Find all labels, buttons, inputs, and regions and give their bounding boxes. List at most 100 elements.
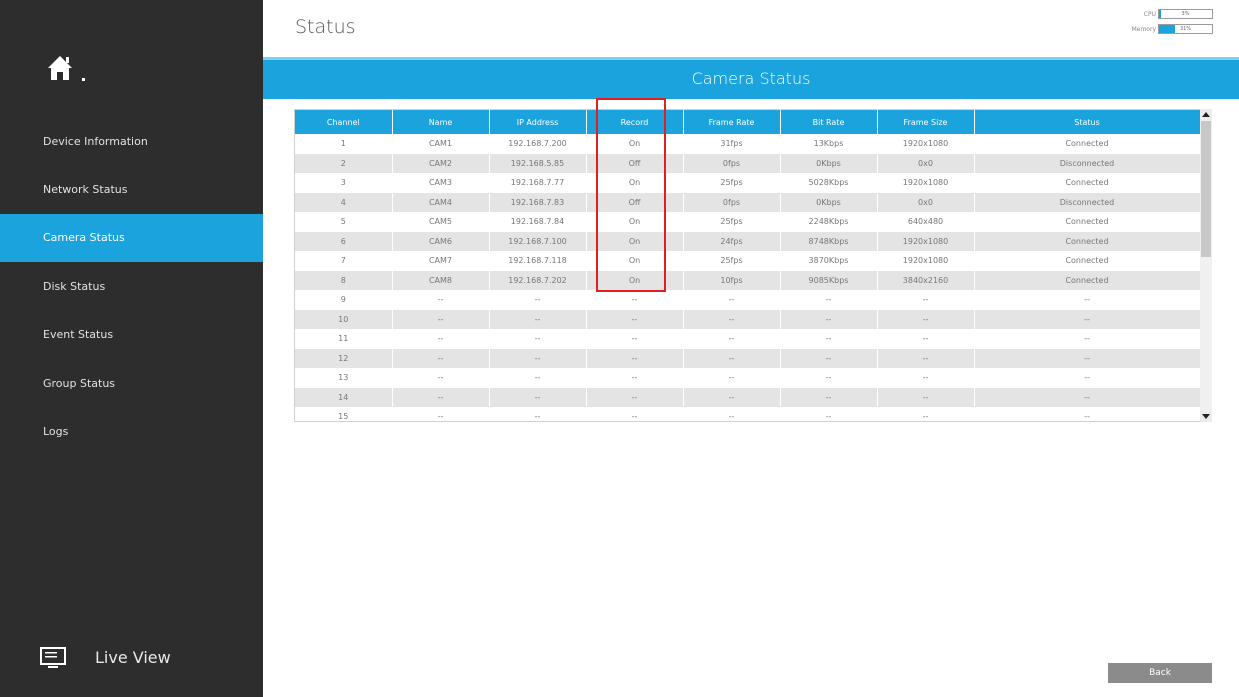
bit-rate-cell: 0Kbps: [780, 192, 878, 212]
channel-cell: 8: [295, 270, 393, 290]
bit-rate-cell: --: [780, 329, 878, 349]
frame-rate-cell: --: [683, 329, 781, 349]
table-row[interactable]: 11 -- -- -- -- -- -- --: [295, 329, 1201, 349]
column-header[interactable]: Bit Rate: [780, 110, 878, 134]
sidebar-item-logs[interactable]: Logs: [0, 408, 263, 456]
frame-rate-cell: 25fps: [683, 251, 781, 271]
frame-rate-cell: 10fps: [683, 270, 781, 290]
frame-size-cell: --: [877, 348, 975, 368]
cpu-meter: CPU 3%: [1100, 9, 1220, 21]
frame-rate-cell: --: [683, 368, 781, 388]
sidebar-item-event-status[interactable]: Event Status: [0, 311, 263, 359]
memory-bar: 31%: [1158, 24, 1213, 34]
channel-cell: 11: [295, 329, 393, 349]
frame-rate-cell: --: [683, 309, 781, 329]
channel-cell: 5: [295, 212, 393, 232]
channel-cell: 2: [295, 153, 393, 173]
name-cell: CAM4: [392, 192, 490, 212]
channel-cell: 10: [295, 309, 393, 329]
table-row[interactable]: 3 CAM3 192.168.7.77 On 25fps 5028Kbps 1920x108…: [295, 173, 1201, 193]
record-cell: --: [586, 407, 684, 421]
status-cell: --: [974, 329, 1201, 349]
channel-cell: 15: [295, 407, 393, 421]
bit-rate-cell: --: [780, 407, 878, 421]
home-icon[interactable]: [45, 52, 89, 86]
table-row[interactable]: 1 CAM1 192.168.7.200 On 31fps 13Kbps 1920x1080…: [295, 134, 1201, 154]
table-row[interactable]: 13 -- -- -- -- -- -- --: [295, 368, 1201, 388]
frame-rate-cell: 31fps: [683, 134, 781, 154]
channel-cell: 14: [295, 387, 393, 407]
frame-size-cell: --: [877, 387, 975, 407]
frame-size-cell: --: [877, 309, 975, 329]
table-row[interactable]: 9 -- -- -- -- -- -- --: [295, 290, 1201, 310]
frame-size-cell: --: [877, 290, 975, 310]
channel-cell: 13: [295, 368, 393, 388]
column-header[interactable]: Record: [586, 110, 684, 134]
frame-size-cell: 1920x1080: [877, 134, 975, 154]
frame-rate-cell: 0fps: [683, 192, 781, 212]
name-cell: CAM6: [392, 231, 490, 251]
status-cell: Connected: [974, 134, 1201, 154]
table-row[interactable]: 14 -- -- -- -- -- -- --: [295, 387, 1201, 407]
cpu-value: 3%: [1181, 11, 1190, 17]
table-row[interactable]: 8 CAM8 192.168.7.202 On 10fps 9085Kbps 3840x21…: [295, 270, 1201, 290]
cpu-bar: 3%: [1158, 9, 1213, 19]
channel-cell: 3: [295, 173, 393, 193]
table-row[interactable]: 6 CAM6 192.168.7.100 On 24fps 8748Kbps 1920x10…: [295, 231, 1201, 251]
column-header[interactable]: Name: [392, 110, 490, 134]
table-row[interactable]: 4 CAM4 192.168.7.83 Off 0fps 0Kbps 0x0 Disconne…: [295, 192, 1201, 212]
name-cell: CAM5: [392, 212, 490, 232]
sidebar-item-camera-status[interactable]: Camera Status: [0, 214, 263, 262]
table-row[interactable]: 10 -- -- -- -- -- -- --: [295, 309, 1201, 329]
status-cell: --: [974, 368, 1201, 388]
sidebar-item-network-status[interactable]: Network Status: [0, 166, 263, 214]
sidebar-item-device-information[interactable]: Device Information: [0, 118, 263, 166]
table-row[interactable]: 5 CAM5 192.168.7.84 On 25fps 2248Kbps 640x480 C…: [295, 212, 1201, 232]
live-view-button[interactable]: Live View: [0, 636, 263, 680]
banner-title: Camera Status: [691, 69, 811, 88]
bit-rate-cell: 5028Kbps: [780, 173, 878, 193]
ip-address-cell: 192.168.7.83: [489, 192, 587, 212]
column-header[interactable]: Channel: [295, 110, 393, 134]
arrow-down-icon[interactable]: [1200, 411, 1212, 422]
frame-size-cell: 640x480: [877, 212, 975, 232]
back-button[interactable]: Back: [1108, 663, 1212, 683]
scrollbar-thumb[interactable]: [1201, 121, 1211, 257]
table-row[interactable]: 12 -- -- -- -- -- -- --: [295, 348, 1201, 368]
frame-rate-cell: 25fps: [683, 173, 781, 193]
frame-size-cell: 0x0: [877, 192, 975, 212]
ip-address-cell: 192.168.7.84: [489, 212, 587, 232]
status-cell: --: [974, 290, 1201, 310]
bit-rate-cell: 0Kbps: [780, 153, 878, 173]
table-row[interactable]: 2 CAM2 192.168.5.85 Off 0fps 0Kbps 0x0 Disconne…: [295, 153, 1201, 173]
status-cell: --: [974, 407, 1201, 421]
record-cell: On: [586, 134, 684, 154]
camera-status-table: Channel Name IP Address Record Frame Rat…: [294, 109, 1212, 422]
channel-cell: 12: [295, 348, 393, 368]
name-cell: --: [392, 407, 490, 421]
ip-address-cell: 192.168.7.77: [489, 173, 587, 193]
cpu-label: CPU: [1143, 11, 1156, 18]
status-cell: --: [974, 348, 1201, 368]
memory-label: Memory: [1131, 26, 1156, 33]
table-scrollbar[interactable]: [1200, 109, 1212, 422]
bit-rate-cell: --: [780, 368, 878, 388]
frame-rate-cell: --: [683, 290, 781, 310]
column-header[interactable]: Frame Size: [877, 110, 975, 134]
bit-rate-cell: --: [780, 309, 878, 329]
arrow-up-icon[interactable]: [1200, 109, 1212, 120]
status-cell: --: [974, 309, 1201, 329]
record-cell: --: [586, 329, 684, 349]
table-row[interactable]: 15 -- -- -- -- -- -- --: [295, 407, 1201, 421]
column-header[interactable]: IP Address: [489, 110, 587, 134]
column-header[interactable]: Status: [974, 110, 1201, 134]
sidebar-item-group-status[interactable]: Group Status: [0, 360, 263, 408]
ip-address-cell: --: [489, 329, 587, 349]
status-cell: Connected: [974, 231, 1201, 251]
table-row[interactable]: 7 CAM7 192.168.7.118 On 25fps 3870Kbps 1920x10…: [295, 251, 1201, 271]
sidebar-item-disk-status[interactable]: Disk Status: [0, 263, 263, 311]
column-header[interactable]: Frame Rate: [683, 110, 781, 134]
name-cell: --: [392, 309, 490, 329]
record-cell: On: [586, 251, 684, 271]
record-cell: On: [586, 231, 684, 251]
